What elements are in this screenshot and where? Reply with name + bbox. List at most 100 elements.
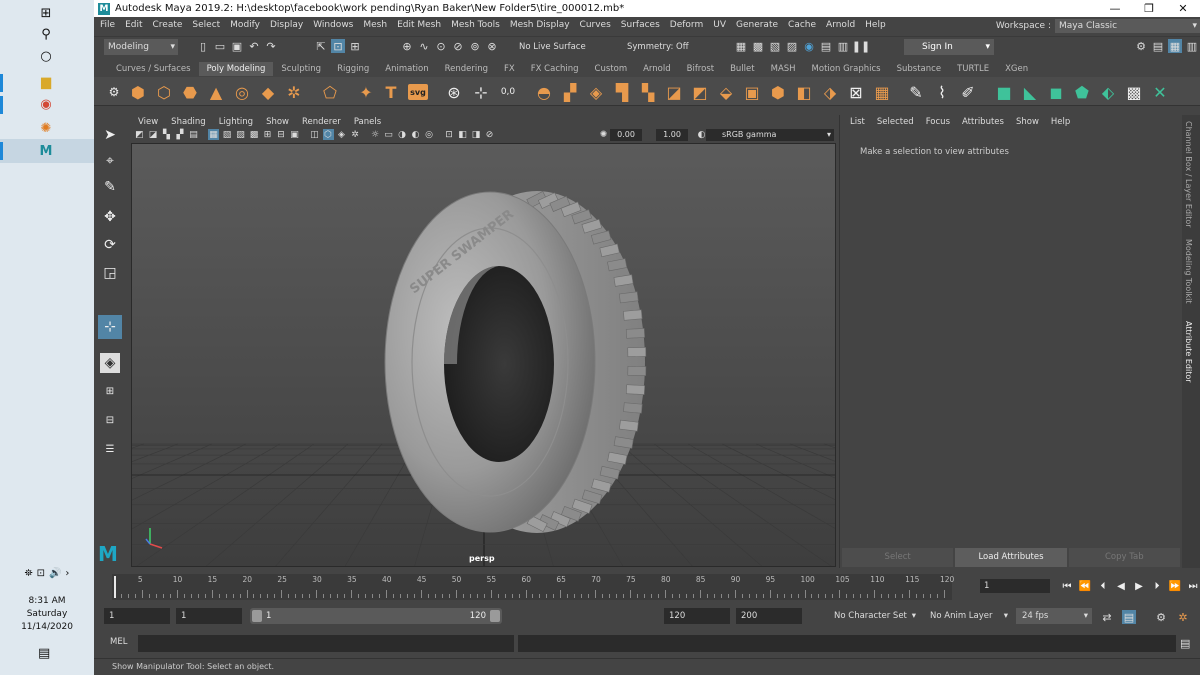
viewport-2d-pan-zoom-icon[interactable]: ▞: [175, 129, 186, 140]
menu-display[interactable]: Display: [270, 20, 303, 30]
single-pane-layout-icon[interactable]: ◈: [100, 353, 120, 373]
bevel-icon[interactable]: ◩: [690, 82, 710, 102]
notification-icon[interactable]: ▤: [38, 646, 50, 661]
gamma-field[interactable]: 1.00: [656, 129, 688, 141]
tab-channel-box[interactable]: Channel Box / Layer Editor: [1184, 121, 1193, 228]
select-object-icon[interactable]: ⊡: [331, 39, 345, 53]
select-hierarchy-icon[interactable]: ⇱: [314, 39, 328, 53]
viewport-ambient-occlusion-icon[interactable]: ◑: [397, 129, 408, 140]
ae-menu-list[interactable]: List: [850, 117, 865, 127]
bridge-icon[interactable]: ▣: [742, 82, 762, 102]
command-language-label[interactable]: MEL: [110, 637, 127, 647]
relax-icon[interactable]: ✐: [958, 82, 978, 102]
shelf-tab-substance[interactable]: Substance: [889, 62, 949, 76]
reduce-icon[interactable]: ■: [994, 82, 1014, 102]
step-back-key-icon[interactable]: ⏪: [1078, 579, 1092, 593]
current-frame-field[interactable]: 1: [980, 579, 1050, 593]
cleanup-icon[interactable]: ⬟: [1072, 82, 1092, 102]
triangulate-icon[interactable]: ◣: [1020, 82, 1040, 102]
snap-view-icon[interactable]: ⊘: [451, 39, 465, 53]
character-set-dropdown[interactable]: No Character Set: [828, 608, 920, 624]
viewport-resolution-gate-icon[interactable]: ▨: [235, 129, 246, 140]
menu-arnold[interactable]: Arnold: [826, 20, 855, 30]
ae-menu-help[interactable]: Help: [1051, 117, 1070, 127]
shelf-tab-fx[interactable]: FX: [496, 62, 523, 76]
quad-draw-icon[interactable]: ⌇: [932, 82, 952, 102]
viewport-safe-title-icon[interactable]: ▣: [289, 129, 300, 140]
load-attributes-button[interactable]: Load Attributes: [955, 548, 1067, 567]
shelf-tab-fx-caching[interactable]: FX Caching: [523, 62, 587, 76]
viewport-menu-shading[interactable]: Shading: [171, 117, 206, 127]
shelf-tab-rigging[interactable]: Rigging: [329, 62, 377, 76]
menu-mesh-display[interactable]: Mesh Display: [510, 20, 570, 30]
tire-model[interactable]: SUPER SWAMPER: [384, 191, 647, 533]
shelf-tab-turtle[interactable]: TURTLE: [949, 62, 997, 76]
snap-grid-icon[interactable]: ⊕: [400, 39, 414, 53]
volume-icon[interactable]: 🔊: [49, 568, 61, 586]
shelf-tab-bullet[interactable]: Bullet: [722, 62, 763, 76]
anim-layer-dropdown[interactable]: No Anim Layer: [924, 608, 1012, 624]
hypershade-icon[interactable]: ◉: [802, 39, 816, 53]
shelf-tab-rendering[interactable]: Rendering: [437, 62, 496, 76]
menu-edit[interactable]: Edit: [125, 20, 142, 30]
menu-uv[interactable]: UV: [713, 20, 726, 30]
select-component-icon[interactable]: ⊞: [348, 39, 362, 53]
viewport-menu-lighting[interactable]: Lighting: [219, 117, 253, 127]
play-forwards-icon[interactable]: ▶: [1132, 579, 1146, 593]
viewport-shadows-icon[interactable]: ▭: [383, 129, 394, 140]
snap-surface-icon[interactable]: ⊚: [468, 39, 482, 53]
poly-torus-icon[interactable]: ◎: [232, 82, 252, 102]
menu-mesh-tools[interactable]: Mesh Tools: [451, 20, 500, 30]
viewport-menu-panels[interactable]: Panels: [354, 117, 381, 127]
menu-modify[interactable]: Modify: [230, 20, 260, 30]
viewport-isolate-select-icon[interactable]: ⊡: [444, 129, 455, 140]
shelf-tab-motion-graphics[interactable]: Motion Graphics: [804, 62, 889, 76]
paint-select-tool-icon[interactable]: ✎: [100, 177, 120, 197]
quadrangulate-icon[interactable]: ◼: [1046, 82, 1066, 102]
viewport-safe-action-icon[interactable]: ⊟: [276, 129, 287, 140]
viewport-xray-joints-icon[interactable]: ◨: [471, 129, 482, 140]
fps-dropdown[interactable]: 24 fps: [1016, 608, 1092, 624]
network-icon[interactable]: ⛯: [25, 568, 33, 586]
go-to-start-icon[interactable]: ⏮: [1060, 579, 1074, 593]
search-icon[interactable]: ⚲: [36, 24, 56, 44]
cortana-icon[interactable]: ○: [36, 46, 56, 66]
sweep-mesh-icon[interactable]: ⊛: [444, 82, 464, 102]
viewport-wireframe-on-shaded-icon[interactable]: ◈: [336, 129, 347, 140]
extrude-icon[interactable]: ⬙: [716, 82, 736, 102]
render-view-icon[interactable]: ▦: [734, 39, 748, 53]
range-end-handle[interactable]: [490, 610, 500, 622]
playhead[interactable]: [114, 576, 116, 598]
viewport-film-gate-icon[interactable]: ▧: [222, 129, 233, 140]
animation-start-field[interactable]: 1: [104, 608, 170, 624]
menu-deform[interactable]: Deform: [670, 20, 703, 30]
shelf-tab-poly-modeling[interactable]: Poly Modeling: [198, 62, 274, 76]
live-surface-label[interactable]: No Live Surface: [519, 39, 586, 55]
checker-icon[interactable]: ▩: [1124, 82, 1144, 102]
shelf-tab-animation[interactable]: Animation: [377, 62, 436, 76]
viewport-xray-icon[interactable]: ◧: [457, 129, 468, 140]
render-settings-icon[interactable]: ▨: [785, 39, 799, 53]
arnold-ipr-icon[interactable]: ▥: [836, 39, 850, 53]
chrome-icon[interactable]: ◉: [36, 94, 56, 114]
viewport-textured-icon[interactable]: ✲: [350, 129, 361, 140]
save-scene-icon[interactable]: ▣: [230, 39, 244, 53]
blender-icon[interactable]: ✺: [36, 118, 56, 138]
menu-generate[interactable]: Generate: [736, 20, 778, 30]
menu-windows[interactable]: Windows: [313, 20, 353, 30]
menu-help[interactable]: Help: [865, 20, 886, 30]
select-tool-icon[interactable]: ➤: [100, 125, 120, 145]
viewport-anti-aliasing-icon[interactable]: ◎: [424, 129, 435, 140]
viewport-menu-show[interactable]: Show: [266, 117, 289, 127]
pause-render-icon[interactable]: ❚❚: [852, 39, 870, 53]
poly-sphere-icon[interactable]: ⬢: [128, 82, 148, 102]
target-weld-icon[interactable]: ⊠: [846, 82, 866, 102]
show-hidden-icons[interactable]: ›: [65, 568, 69, 586]
ae-menu-focus[interactable]: Focus: [926, 117, 950, 127]
display-icon[interactable]: ⊡: [37, 568, 45, 586]
poly-cylinder-icon[interactable]: ⬣: [180, 82, 200, 102]
viewport-menu-renderer[interactable]: Renderer: [302, 117, 341, 127]
workspace-dropdown[interactable]: Maya Classic: [1055, 19, 1200, 33]
poly-cone-icon[interactable]: ▲: [206, 82, 226, 102]
snap-point-icon[interactable]: ⊙: [434, 39, 448, 53]
